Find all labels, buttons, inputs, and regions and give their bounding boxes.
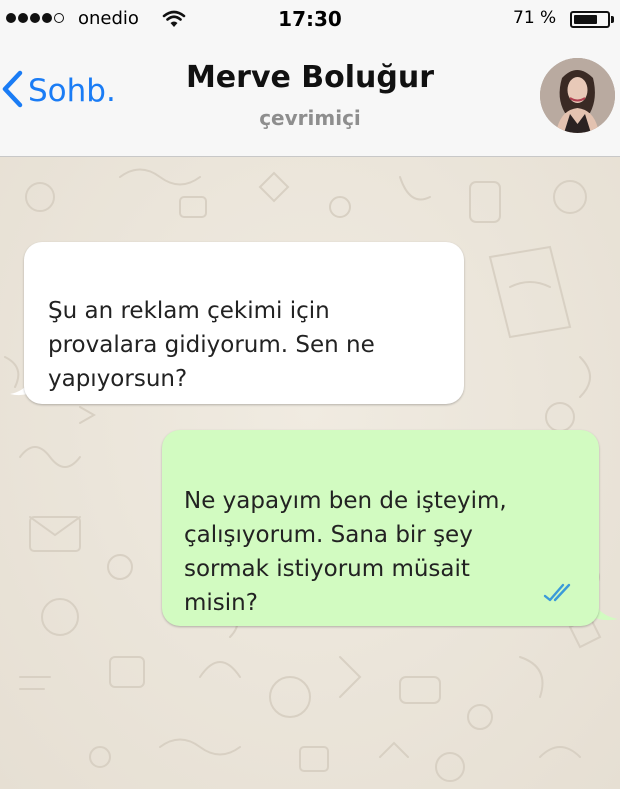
battery-percent: 71 % [513,8,557,28]
contact-name[interactable]: Merve Boluğur [0,60,620,95]
battery-level [574,15,597,24]
double-check-icon [543,544,577,612]
contact-avatar[interactable] [540,58,615,133]
outgoing-message-text: Ne yapayım ben de işteyim, çalışıyorum. … [184,488,507,616]
chat-area[interactable]: Şu an reklam çekimi için provalara gidiy… [0,157,620,789]
incoming-message-text: Şu an reklam çekimi için provalara gidiy… [48,298,375,392]
chat-header: Sohb. Merve Boluğur çevrimiçi [0,38,620,157]
status-bar: onedio 17:30 71 % [0,0,620,38]
incoming-message[interactable]: Şu an reklam çekimi için provalara gidiy… [24,242,464,404]
battery-icon [570,11,610,28]
battery-tip [611,16,614,23]
contact-status: çevrimiçi [259,106,361,130]
outgoing-message[interactable]: Ne yapayım ben de işteyim, çalışıyorum. … [162,430,599,626]
